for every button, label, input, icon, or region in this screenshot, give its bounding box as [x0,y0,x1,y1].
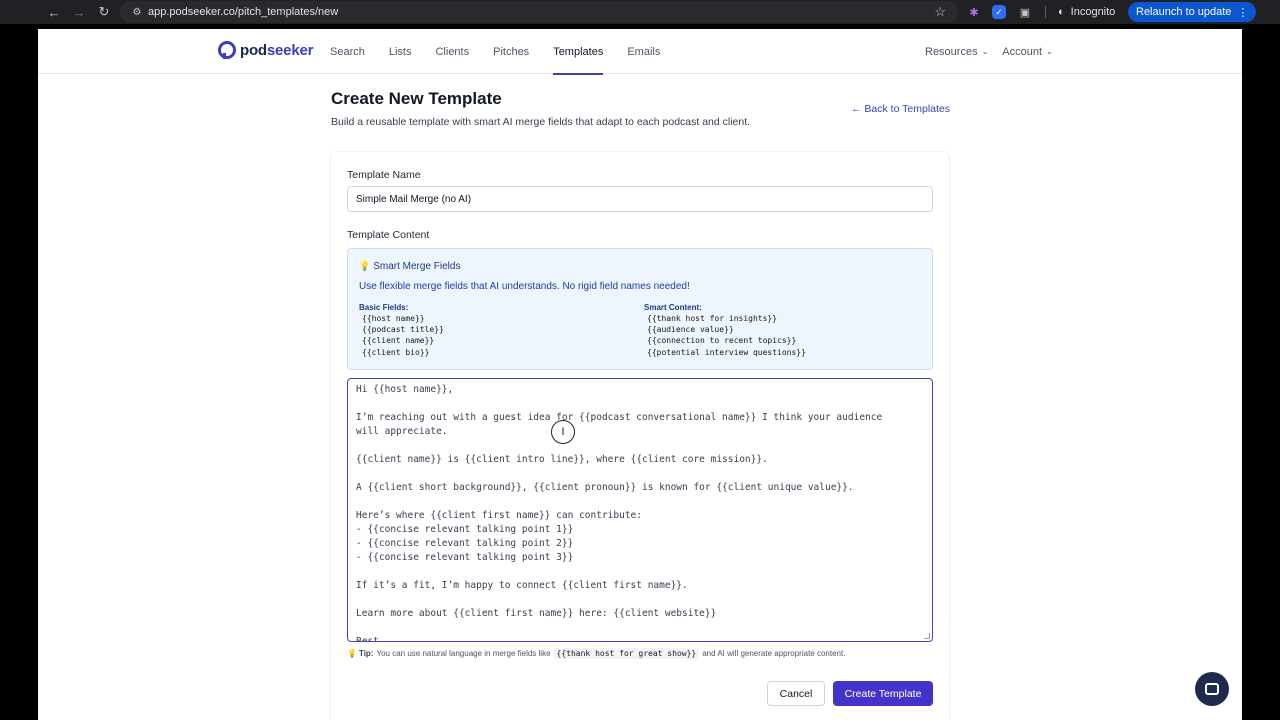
template-content-line [356,565,924,579]
template-content-line: I’m reaching out with a guest idea for {… [356,412,883,423]
nav-pitches[interactable]: Pitches [493,29,529,74]
template-content-line [356,593,924,607]
merge-field: {{connection to recent topics}} [647,336,797,346]
relaunch-label: Relaunch to update [1136,6,1232,18]
tip-text-before: You can use natural language in merge fi… [376,649,551,658]
merge-field: {{host name}} [362,314,425,323]
incognito-icon: ◐ [1058,6,1065,18]
nav-templates[interactable]: Templates [553,29,604,75]
main-nav: Search Lists Clients Pitches Templates E… [330,29,684,75]
back-arrow-icon[interactable]: ← [42,0,66,24]
merge-field: {{potential interview questions}} [647,347,806,357]
address-bar[interactable]: ⚙ app.podseeker.co/pitch_templates/new ☆ [120,1,958,23]
lightbulb-icon: 💡 [359,261,371,271]
merge-fields-description: Use flexible merge fields that AI unders… [359,281,690,292]
template-name-input[interactable] [347,186,933,212]
basic-fields-list: Basic Fields: {{host name}} {{podcast ti… [359,303,444,358]
template-content-line: - {{concise relevant talking point 2}} [356,538,574,549]
template-content-line [356,621,924,635]
relaunch-button[interactable]: Relaunch to update ⋮ [1128,2,1257,22]
resize-handle[interactable] [924,633,930,639]
smart-merge-fields-panel: 💡 Smart Merge Fields Use flexible merge … [347,248,933,370]
right-nav: Resources ⌄ Account ⌄ [925,29,1067,74]
tip-text-after: and AI will generate appropriate content… [702,649,846,658]
template-content-line: - {{concise relevant talking point 3}} [356,552,574,563]
template-content-line: If it’s a fit, I’m happy to connect {{cl… [356,580,688,591]
template-content-textarea[interactable]: Hi {{host name}}, I’m reaching out with a… [347,378,933,642]
toolbar-divider [1045,6,1046,18]
template-name-label: Template Name [347,169,421,181]
template-content-line: A {{client short background}}, {{client … [356,482,854,493]
nav-emails[interactable]: Emails [627,29,660,74]
nav-clients[interactable]: Clients [435,29,469,74]
basic-fields-title: Basic Fields: [359,303,409,312]
extension-check-icon[interactable]: ✓ [992,5,1006,19]
template-content-label: Template Content [347,229,430,241]
template-form-card: Template Name Template Content 💡 Smart M… [330,151,950,720]
podseeker-logo[interactable]: podseeker [218,41,313,59]
chevron-down-icon: ⌄ [981,47,989,56]
page-viewport: podseeker Search Lists Clients Pitches T… [38,29,1242,720]
logo-mark-icon [218,41,236,59]
tip-note: 💡 Tip: You can use natural language in m… [347,648,845,659]
resources-menu[interactable]: Resources ⌄ [925,46,988,58]
merge-field: {{client name}} [362,336,435,346]
chat-support-button[interactable] [1195,672,1229,706]
resources-label: Resources [925,45,978,58]
page-title: Create New Template [331,89,502,108]
merge-field: {{podcast title}} [362,325,444,335]
template-content-line: {{client name}} is {{client intro line}}… [356,454,768,465]
merge-field: {{thank host for insights}} [647,314,778,323]
merge-field: {{audience value}} [647,325,734,335]
template-content-line [356,439,924,453]
template-content-line [356,467,924,481]
lightbulb-icon: 💡 [347,649,357,658]
account-label: Account [1002,45,1043,58]
tip-label: Tip: [358,649,374,658]
forward-arrow-icon[interactable]: → [67,0,91,24]
template-content-line [356,397,924,411]
nav-search[interactable]: Search [330,29,365,74]
template-content-line: Best, [356,636,385,642]
address-url[interactable]: app.podseeker.co/pitch_templates/new [148,6,338,18]
tip-example-code: {{thank host for great show}} [553,648,700,659]
app-header: podseeker Search Lists Clients Pitches T… [38,29,1242,75]
incognito-indicator[interactable]: ◐ Incognito [1058,0,1115,24]
template-content-line: will appreciate. [356,426,448,437]
chat-icon [1205,683,1219,695]
smart-content-list: Smart Content: {{thank host for insights… [644,303,806,358]
reload-icon[interactable]: ↻ [92,0,116,24]
create-template-button[interactable]: Create Template [833,681,933,706]
merge-field: {{client bio}} [362,347,430,357]
template-content-line: Learn more about {{client first name}} h… [356,608,717,619]
template-content-line: - {{concise relevant talking point 1}} [356,524,574,535]
extension-gear-icon[interactable]: ✱ [966,4,982,20]
account-menu[interactable]: Account ⌄ [1002,46,1052,58]
smart-content-title: Smart Content: [644,303,702,312]
bookmark-star-icon[interactable]: ☆ [934,4,946,20]
mouse-cursor-icon: I [551,420,575,444]
chevron-down-icon: ⌄ [1046,47,1053,56]
template-content-line: Here’s where {{client first name}} can c… [356,510,642,521]
site-info-icon[interactable]: ⚙ [128,7,146,18]
merge-fields-title: 💡 Smart Merge Fields [359,261,461,272]
logo-text: podseeker [240,41,314,59]
cancel-button[interactable]: Cancel [767,681,825,706]
template-content-line [356,495,924,509]
more-menu-icon: ⋮ [1237,6,1249,19]
back-to-templates-link[interactable]: ← Back to Templates [851,103,950,115]
incognito-label: Incognito [1070,6,1116,18]
extensions-puzzle-icon[interactable]: ▣ [1017,4,1033,20]
browser-toolbar: ← → ↻ ⚙ app.podseeker.co/pitch_templates… [0,0,1280,24]
page-subtitle: Build a reusable template with smart AI … [331,116,751,128]
template-content-line: Hi {{host name}}, [356,384,454,395]
nav-lists[interactable]: Lists [389,29,412,74]
